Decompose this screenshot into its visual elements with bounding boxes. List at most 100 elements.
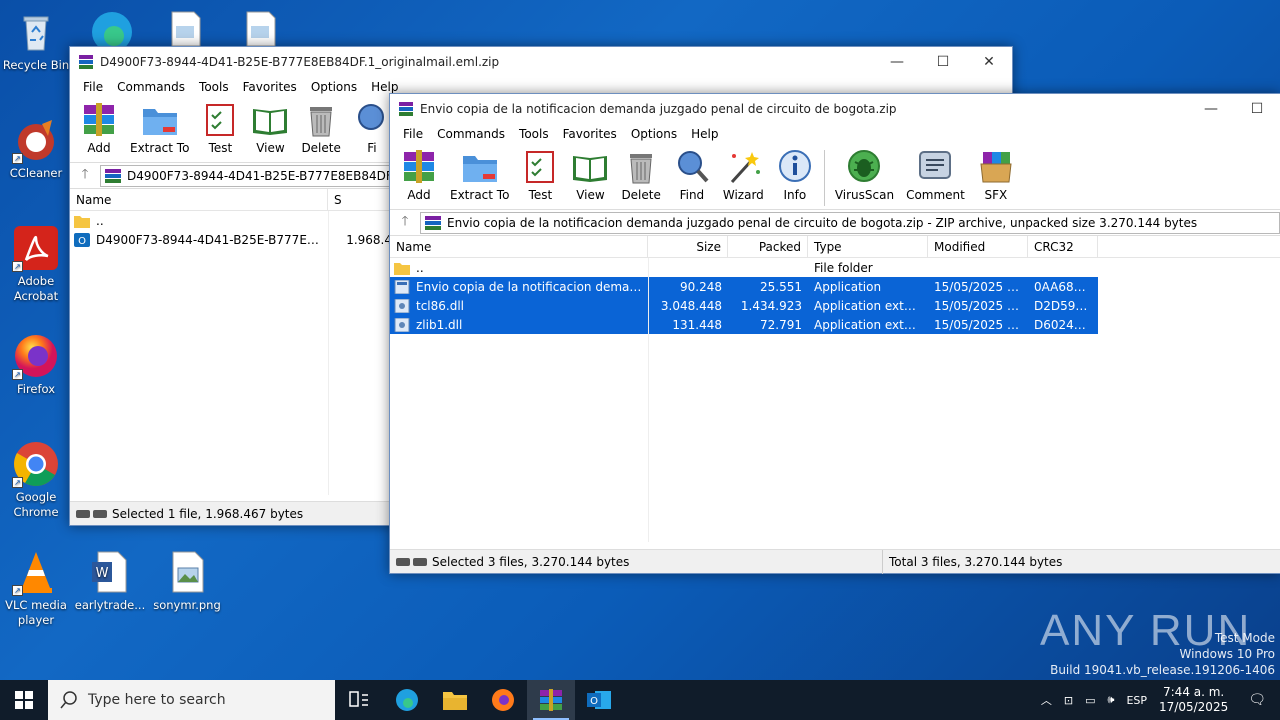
toolbar-separator (823, 150, 825, 206)
delete-button[interactable]: Delete (295, 101, 346, 155)
list-item[interactable]: zlib1.dll 131.448 72.791 Application ext… (390, 315, 1098, 334)
menu-tools[interactable]: Tools (512, 127, 556, 141)
window-title: D4900F73-8944-4D41-B25E-B777E8EB84DF.1_o… (100, 55, 500, 69)
desktop-icon-firefox[interactable]: ↗ Firefox (0, 332, 72, 397)
menu-help[interactable]: Help (684, 127, 725, 141)
info-icon (778, 150, 811, 182)
comment-button[interactable]: Comment (900, 148, 971, 202)
view-button[interactable]: View (565, 148, 615, 202)
column-name[interactable]: Name (70, 189, 328, 210)
extract-to-button[interactable]: Extract To (124, 101, 195, 155)
menu-file[interactable]: File (396, 127, 430, 141)
desktop-icon-recycle-bin[interactable]: Recycle Bin (0, 8, 72, 73)
add-icon (404, 150, 434, 183)
delete-button[interactable]: Delete (615, 148, 666, 202)
menu-help[interactable]: Help (364, 80, 405, 94)
image-desktop-icon[interactable] (243, 10, 279, 47)
volume-icon[interactable]: 🕪 (1102, 693, 1121, 707)
start-button[interactable] (0, 680, 48, 720)
folder-extract-icon (462, 156, 497, 182)
menu-commands[interactable]: Commands (430, 127, 512, 141)
desktop-icon-adobe-acrobat[interactable]: ↗ Adobe Acrobat (0, 224, 72, 304)
extract-to-button[interactable]: Extract To (444, 148, 515, 202)
list-item[interactable]: .. File folder (390, 258, 1098, 277)
title-bar[interactable]: Envio copia de la notificacion demanda j… (390, 94, 1280, 124)
taskbar-edge[interactable] (383, 680, 431, 720)
taskbar-file-explorer[interactable] (431, 680, 479, 720)
test-button[interactable]: Test (195, 101, 245, 155)
edge-desktop-icon[interactable] (88, 6, 136, 52)
list-item[interactable]: tcl86.dll 3.048.448 1.434.923 Applicatio… (390, 296, 1098, 315)
menu-bar: File Commands Tools Favorites Options He… (390, 124, 1280, 144)
up-arrow-icon[interactable]: 🡑 (390, 212, 420, 234)
archive-path[interactable]: Envio copia de la notificacion demanda j… (420, 211, 1280, 234)
column-packed[interactable]: Packed (728, 236, 808, 257)
desktop-icon-label: Recycle Bin (2, 58, 70, 72)
menu-favorites[interactable]: Favorites (556, 127, 624, 141)
add-button[interactable]: Add (394, 148, 444, 202)
image-desktop-icon[interactable] (168, 10, 204, 47)
desktop-icon-vlc[interactable]: ↗ VLC media player (0, 548, 72, 628)
trash-icon (310, 107, 333, 137)
virusscan-button[interactable]: VirusScan (829, 148, 900, 202)
up-arrow-icon[interactable]: 🡑 (70, 165, 100, 187)
column-name[interactable]: Name (390, 236, 648, 257)
file-list[interactable]: Name Size Packed Type Modified CRC32 .. … (390, 236, 1280, 542)
taskbar-outlook[interactable]: O (575, 680, 623, 720)
winrar-app-icon (399, 102, 413, 116)
column-type[interactable]: Type (808, 236, 928, 257)
taskbar-firefox[interactable] (479, 680, 527, 720)
system-tray: ︿ ⊡ ▭ 🕪 ESP 7:44 a. m. 17/05/2025 🗨 (1035, 680, 1280, 720)
network-icon[interactable]: ▭ (1079, 694, 1101, 707)
firefox-icon: ↗ (12, 332, 60, 380)
image-file-icon (163, 548, 211, 596)
svg-text:W: W (96, 566, 109, 581)
column-size[interactable]: Size (648, 236, 728, 257)
network-status-icon[interactable]: ⊡ (1058, 694, 1079, 707)
front-winrar-window[interactable]: Envio copia de la notificacion demanda j… (389, 93, 1280, 574)
recycle-bin-icon (12, 8, 60, 56)
maximize-button[interactable]: ☐ (920, 47, 966, 77)
add-button[interactable]: Add (74, 101, 124, 155)
desktop-icon-ccleaner[interactable]: ↗ CCleaner (0, 116, 72, 181)
column-crc32[interactable]: CRC32 (1028, 236, 1098, 257)
task-view-button[interactable] (335, 680, 383, 720)
sfx-button[interactable]: SFX (971, 148, 1021, 202)
firefox-icon (492, 689, 514, 711)
desktop-icon-sonymr[interactable]: sonymr.png (151, 548, 223, 613)
column-modified[interactable]: Modified (928, 236, 1028, 257)
ccleaner-icon: ↗ (12, 116, 60, 164)
find-button[interactable]: Find (667, 148, 717, 202)
desktop-icon-google-chrome[interactable]: ↗ Google Chrome (0, 440, 72, 520)
minimize-button[interactable]: — (1188, 94, 1234, 124)
list-item[interactable]: Envio copia de la notificacion demanda j… (390, 277, 1098, 296)
language-indicator[interactable]: ESP (1120, 694, 1153, 707)
column-size[interactable]: S (328, 189, 398, 210)
maximize-button[interactable]: ☐ (1234, 94, 1280, 124)
view-button[interactable]: View (245, 101, 295, 155)
menu-tools[interactable]: Tools (192, 80, 236, 94)
menu-options[interactable]: Options (304, 80, 364, 94)
desktop-icon-earlytrade[interactable]: W earlytrade... (74, 548, 146, 613)
info-button[interactable]: Info (770, 148, 820, 202)
taskbar-winrar[interactable] (527, 680, 575, 720)
application-file-icon (394, 279, 410, 294)
wizard-button[interactable]: Wizard (717, 148, 770, 202)
toolbar: Add Extract To Test View Delete Find Wiz… (390, 144, 1280, 210)
add-icon (84, 103, 114, 136)
desktop-icon-label: Firefox (16, 382, 56, 396)
search-box[interactable]: Type here to search (48, 680, 335, 720)
desktop-icon-label: VLC media player (5, 598, 67, 627)
menu-favorites[interactable]: Favorites (236, 80, 304, 94)
menu-options[interactable]: Options (624, 127, 684, 141)
close-button[interactable]: ✕ (966, 47, 1012, 77)
menu-file[interactable]: File (76, 80, 110, 94)
test-button[interactable]: Test (515, 148, 565, 202)
menu-commands[interactable]: Commands (110, 80, 192, 94)
notification-icon[interactable]: 🗨 (1234, 692, 1280, 708)
word-doc-icon: W (86, 548, 134, 596)
minimize-button[interactable]: — (874, 47, 920, 77)
clock[interactable]: 7:44 a. m. 17/05/2025 (1153, 685, 1234, 715)
title-bar[interactable]: D4900F73-8944-4D41-B25E-B777E8EB84DF.1_o… (70, 47, 1012, 77)
chevron-up-icon[interactable]: ︿ (1035, 692, 1058, 708)
